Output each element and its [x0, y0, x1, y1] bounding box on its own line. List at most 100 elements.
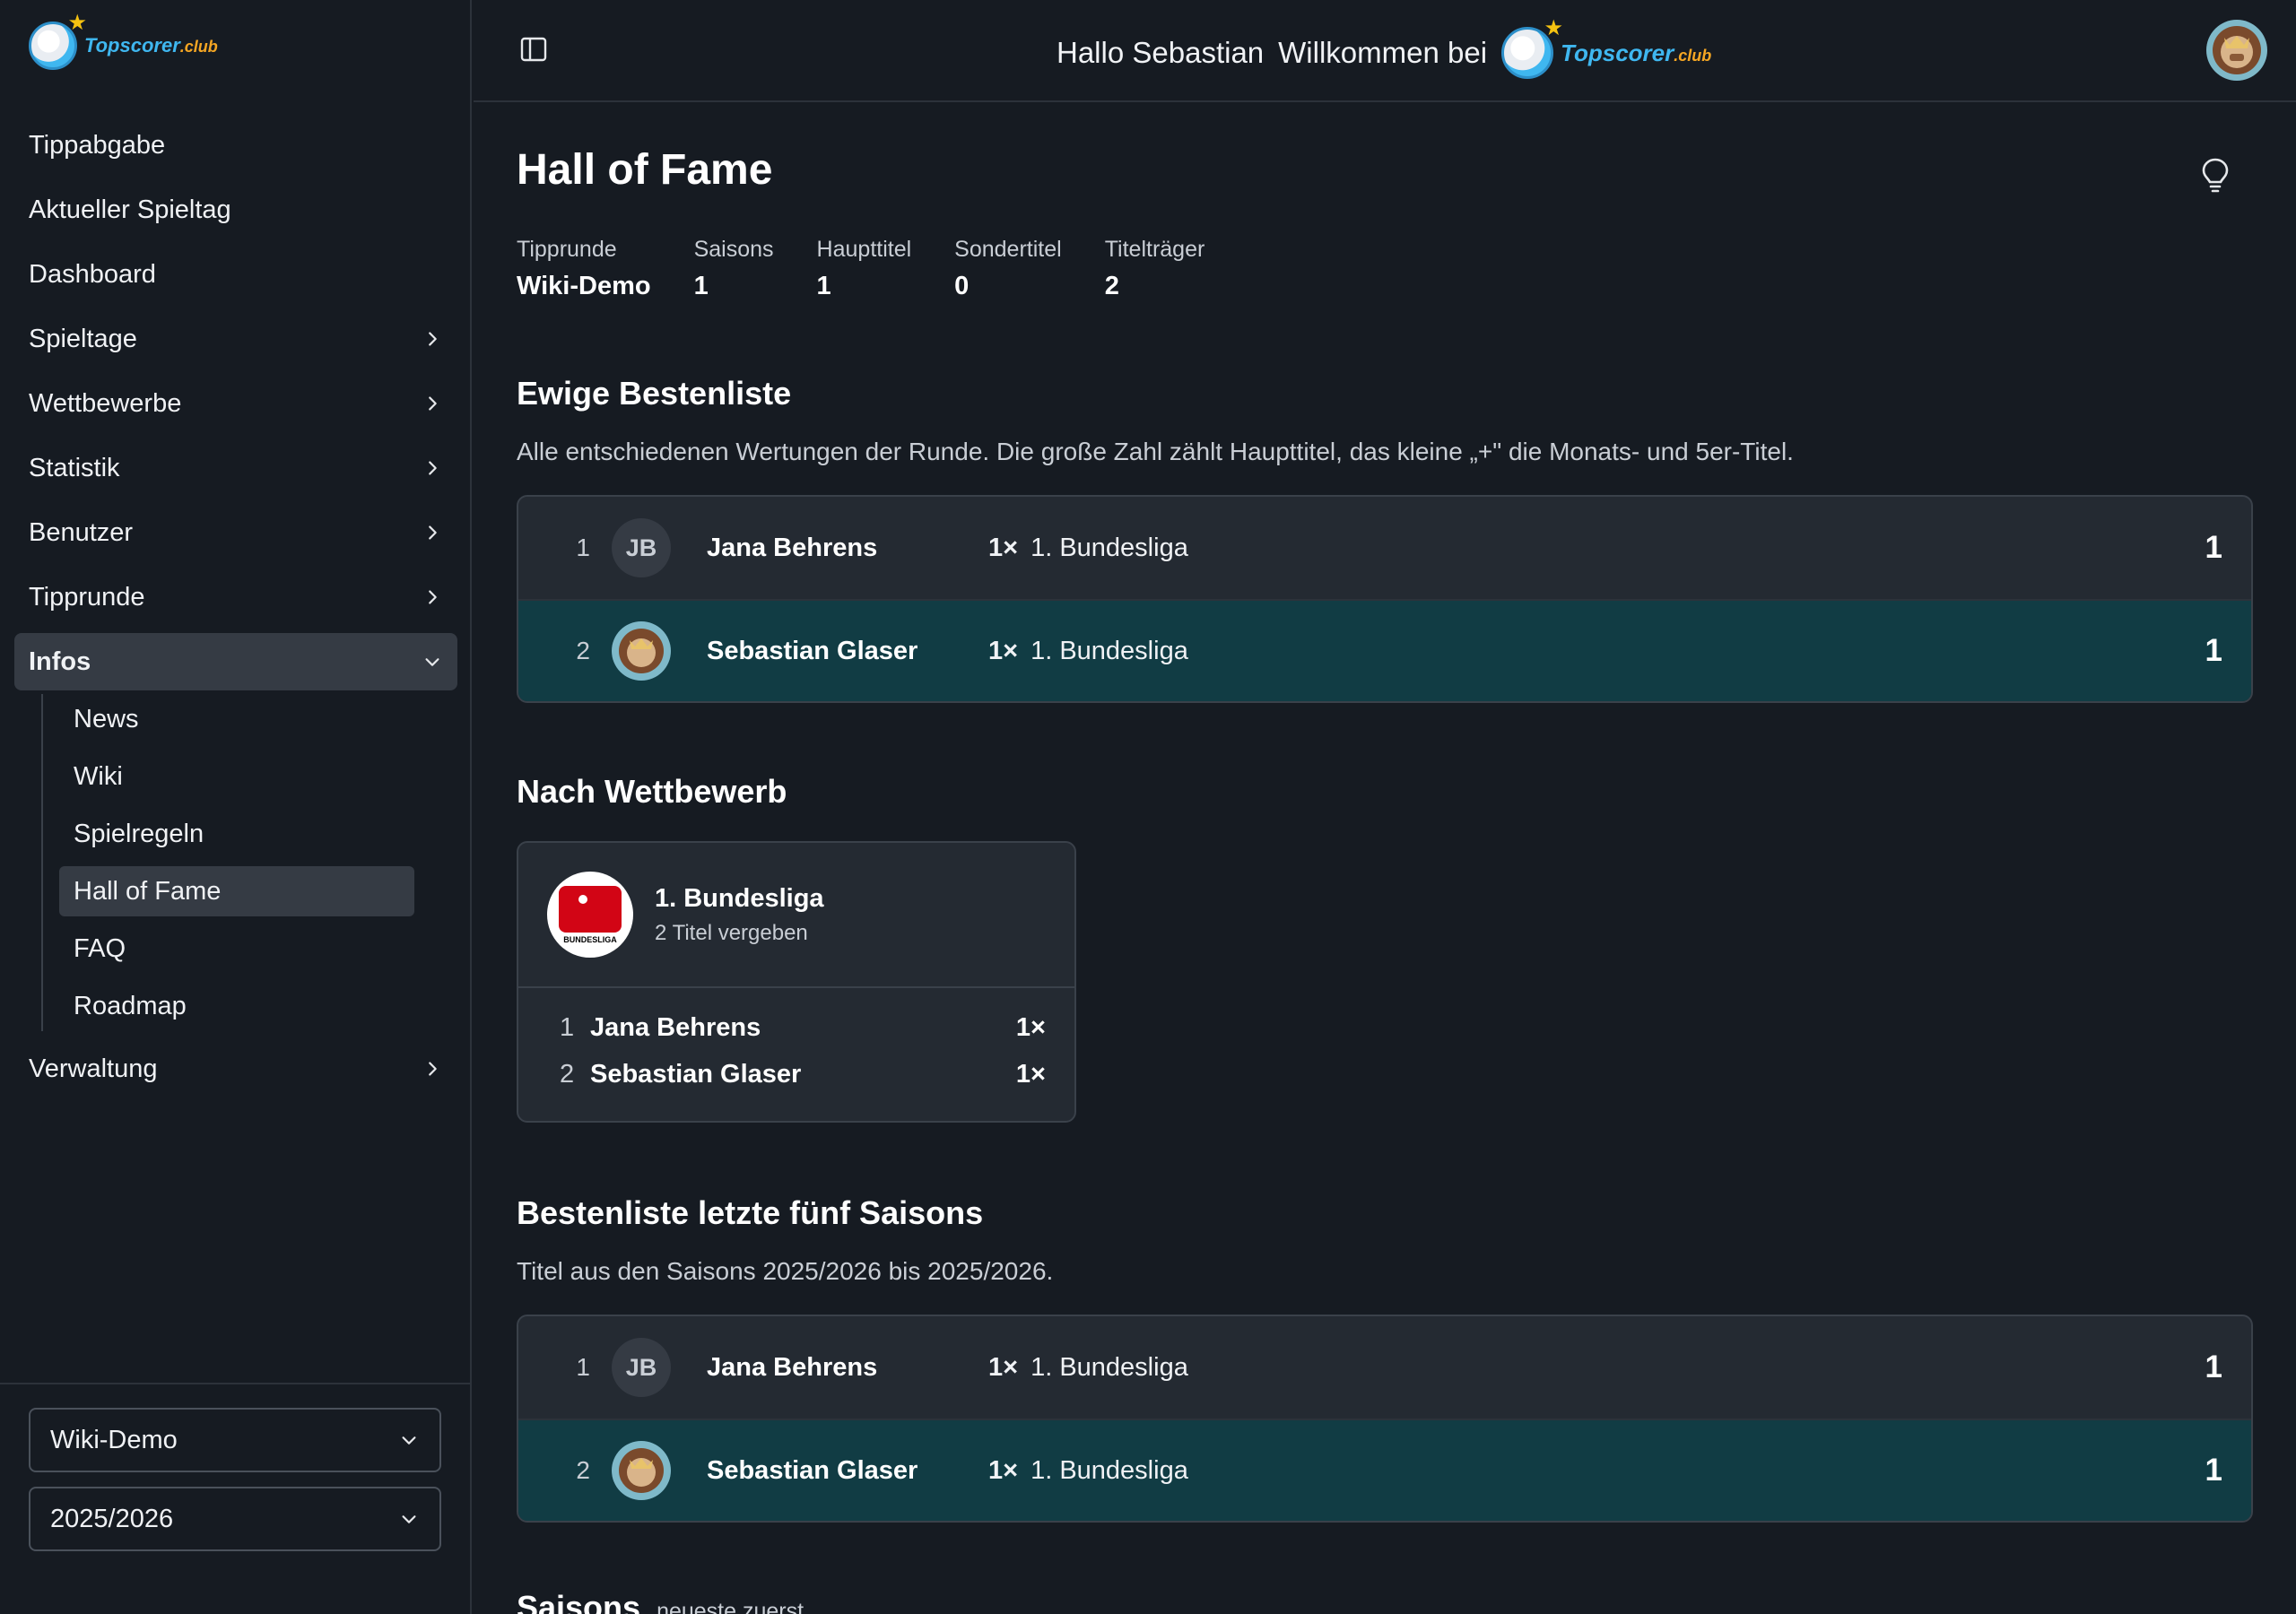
stat-value: Wiki-Demo: [517, 272, 651, 300]
section-title-nach-wettbewerb: Nach Wettbewerb: [517, 773, 787, 810]
sidebar-item-wettbewerbe[interactable]: Wettbewerbe: [14, 375, 457, 432]
section-subtitle-saisons: neueste zuerst: [657, 1599, 804, 1614]
soccer-ball-icon: [29, 10, 87, 70]
competition-ranking: 1 Jana Behrens 1× 2 Sebastian Glaser 1×: [518, 988, 1074, 1098]
brand-wordmark: Topscorer.club: [1561, 39, 1712, 66]
player-name[interactable]: Sebastian Glaser: [707, 1456, 918, 1486]
avatar: [612, 621, 671, 681]
tipprunde-select[interactable]: Wiki-Demo: [29, 1408, 441, 1472]
stat-sondertitel: Sondertitel 0: [954, 237, 1062, 301]
section-title-letzte-fuenf-saisons: Bestenliste letzte fünf Saisons: [517, 1194, 984, 1231]
chevron-down-icon: [398, 1508, 420, 1530]
stat-haupttitel: Haupttitel 1: [817, 237, 912, 301]
sidebar-subitem-hall-of-fame[interactable]: Hall of Fame: [59, 866, 414, 916]
sidebar-item-verwaltung[interactable]: Verwaltung: [14, 1040, 457, 1098]
greeting-text: Hallo Sebastian: [1057, 36, 1265, 69]
chevron-right-icon: [422, 1058, 443, 1080]
table-row[interactable]: 1 JB Jana Behrens 1× 1. Bundesliga 1: [518, 497, 2251, 599]
page-title: Hall of Fame: [517, 146, 773, 194]
title-summary: 1× 1. Bundesliga: [988, 1352, 1188, 1382]
infos-subnav: News Wiki Spielregeln Hall of Fame FAQ R…: [41, 694, 457, 1031]
stat-tipprunde: Tipprunde Wiki-Demo: [517, 237, 651, 301]
stat-saisons: Saisons 1: [694, 237, 774, 301]
title-count: 1×: [1015, 1059, 1046, 1089]
soccer-ball-icon: [1501, 15, 1563, 79]
sidebar-item-statistik[interactable]: Statistik: [14, 439, 457, 497]
stat-value: 2: [1104, 272, 1119, 300]
player-name[interactable]: Sebastian Glaser: [590, 1060, 801, 1089]
main-nav: Tippabgabe Aktueller Spieltag Dashboard …: [14, 117, 457, 1105]
sidebar-item-benutzer[interactable]: Benutzer: [14, 504, 457, 561]
sidebar-subitem-label: Roadmap: [74, 991, 187, 1020]
lightbulb-icon[interactable]: [2199, 156, 2231, 195]
avatar: JB: [612, 1338, 671, 1397]
competition-subtitle: 2 Titel vergeben: [655, 920, 808, 945]
competition-card[interactable]: BUNDESLIGA 1. Bundesliga 2 Titel vergebe…: [517, 841, 1076, 1123]
table-row[interactable]: 2 Sebastian Glaser 1× 1. Bundesliga 1: [518, 599, 2251, 701]
sidebar-item-label: Infos: [29, 646, 91, 676]
competition-info: 1. Bundesliga 2 Titel vergeben: [655, 884, 824, 946]
sidebar-item-label: Verwaltung: [29, 1054, 158, 1083]
saisons-heading: Saisons neueste zuerst: [517, 1589, 804, 1614]
sidebar-item-label: Spieltage: [29, 324, 137, 353]
rank-number: 1: [576, 1353, 590, 1381]
player-name[interactable]: Jana Behrens: [707, 534, 877, 563]
sidebar-subitem-faq[interactable]: FAQ: [59, 924, 414, 974]
sidebar-item-label: Aktueller Spieltag: [29, 195, 231, 224]
section-title-saisons: Saisons: [517, 1589, 641, 1614]
chevron-down-icon: [422, 651, 443, 672]
player-name[interactable]: Jana Behrens: [707, 1353, 877, 1383]
table-row[interactable]: 1 JB Jana Behrens 1× 1. Bundesliga 1: [518, 1316, 2251, 1419]
title-total: 1: [2205, 1349, 2222, 1384]
sidebar-item-dashboard[interactable]: Dashboard: [14, 246, 457, 303]
stat-value: 0: [954, 272, 970, 300]
sidebar-item-aktueller-spieltag[interactable]: Aktueller Spieltag: [14, 181, 457, 239]
chevron-down-icon: [398, 1429, 420, 1451]
sidebar-subitem-spielregeln[interactable]: Spielregeln: [59, 809, 414, 859]
player-name[interactable]: Sebastian Glaser: [707, 637, 918, 666]
brand-logo[interactable]: Topscorer.club: [29, 10, 218, 70]
chevron-right-icon: [422, 393, 443, 414]
season-select[interactable]: 2025/2026: [29, 1487, 441, 1551]
chevron-right-icon: [422, 522, 443, 543]
sidebar-item-tippabgabe[interactable]: Tippabgabe: [14, 117, 457, 174]
sidebar-item-spieltage[interactable]: Spieltage: [14, 310, 457, 368]
sidebar-item-label: Statistik: [29, 453, 120, 482]
chevron-right-icon: [422, 328, 443, 350]
sidebar-subitem-label: Spielregeln: [74, 819, 204, 848]
user-avatar[interactable]: [2205, 18, 2269, 82]
sidebar-item-label: Benutzer: [29, 517, 134, 547]
welcome-message: Hallo Sebastian Willkommen bei Topscorer…: [1057, 15, 1712, 79]
title-count: 1×: [1015, 1012, 1046, 1042]
stats-bar: Tipprunde Wiki-Demo Saisons 1 Haupttitel 1 …: [517, 237, 1248, 301]
section-desc-ewige: Alle entschiedenen Wertungen der Runde. …: [517, 438, 1794, 465]
table-row[interactable]: 2 Sebastian Glaser 1× 1. Bundesliga 1: [518, 1419, 2251, 1521]
sidebar-subitem-news[interactable]: News: [59, 694, 414, 744]
sidebar-subitem-label: Hall of Fame: [74, 876, 222, 906]
title-summary: 1× 1. Bundesliga: [988, 1455, 1188, 1485]
rank-number: 1: [576, 534, 590, 561]
sidebar-subitem-wiki[interactable]: Wiki: [59, 751, 414, 802]
sidebar-item-tipprunde[interactable]: Tipprunde: [14, 568, 457, 626]
title-total: 1: [2205, 633, 2222, 668]
rank-number: 2: [560, 1059, 575, 1089]
season-select-value: 2025/2026: [50, 1504, 174, 1533]
sidebar-subitem-roadmap[interactable]: Roadmap: [59, 981, 414, 1031]
sidebar-item-label: Wettbewerbe: [29, 388, 182, 418]
title-summary: 1× 1. Bundesliga: [988, 533, 1188, 562]
player-name[interactable]: Jana Behrens: [590, 1013, 761, 1043]
sidebar-footer: Wiki-Demo 2025/2026: [0, 1383, 470, 1589]
title-total: 1: [2205, 530, 2222, 565]
stat-label: Sondertitel: [954, 237, 1062, 262]
sidebar: Topscorer.club Tippabgabe Aktueller Spie…: [0, 0, 472, 1614]
fuenf-saisons-card: 1 JB Jana Behrens 1× 1. Bundesliga 1 2 Se…: [517, 1315, 2253, 1523]
list-item: 1 Jana Behrens 1×: [518, 1004, 1074, 1051]
sidebar-toggle-icon[interactable]: [518, 34, 549, 65]
sidebar-subitem-label: FAQ: [74, 933, 126, 963]
stat-label: Saisons: [693, 237, 774, 262]
sidebar-item-infos[interactable]: Infos: [14, 633, 457, 690]
stat-label: Titelträger: [1104, 237, 1205, 262]
avatar: JB: [612, 518, 671, 577]
sidebar-subitem-label: Wiki: [74, 761, 123, 791]
ewige-bestenliste-card: 1 JB Jana Behrens 1× 1. Bundesliga 1 2 Se…: [517, 495, 2253, 703]
